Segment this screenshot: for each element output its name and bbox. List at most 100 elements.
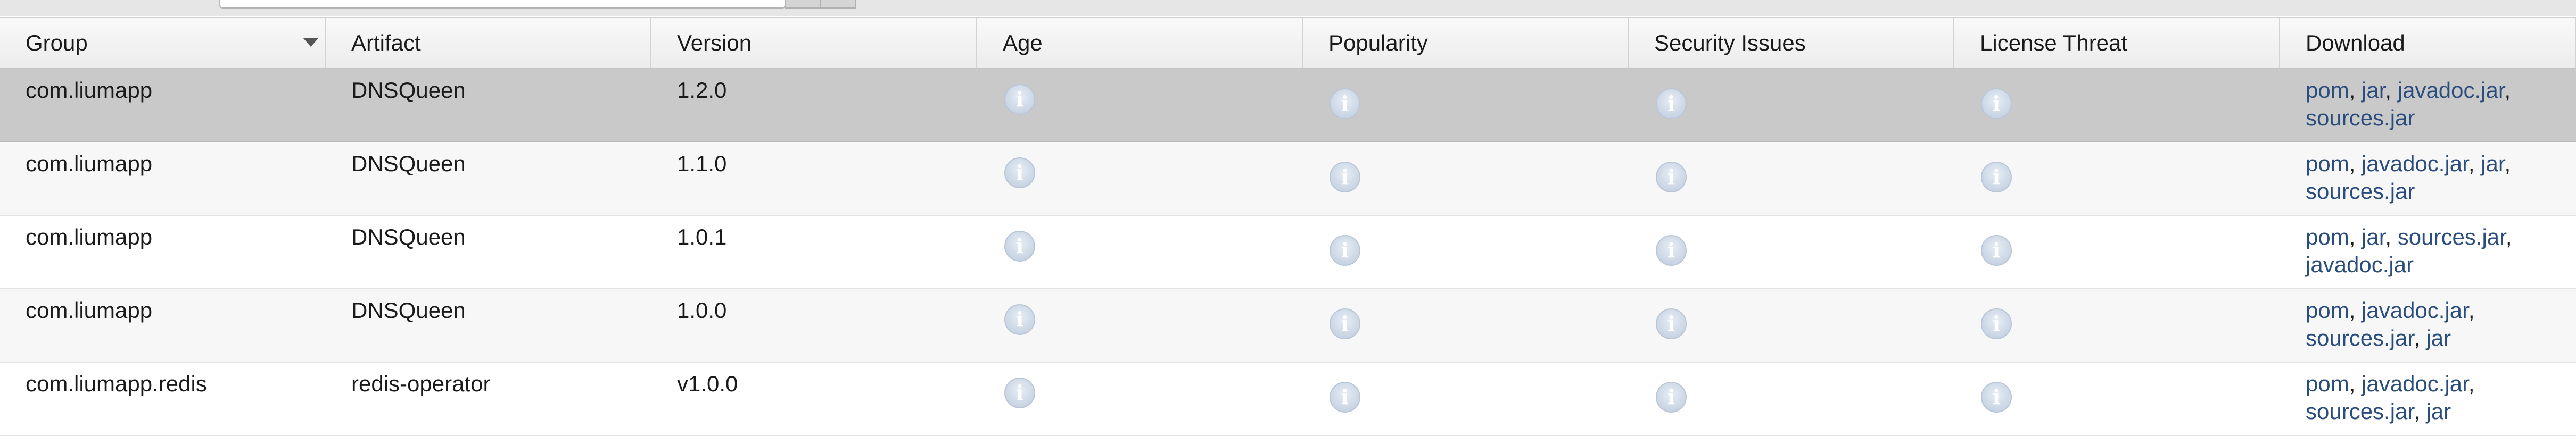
table-row[interactable]: com.liumapp DNSQueen 1.1.0 i i i i pom, javadoc… [0, 142, 2576, 216]
version-cell: 1.1.0 [677, 151, 727, 176]
popularity-info-icon[interactable]: i [1330, 88, 1360, 119]
artifact-table: Group Artifact Version Age Popularity Securit… [0, 17, 2576, 436]
column-header-label: Artifact [351, 30, 421, 55]
download-link-sources-jar[interactable]: sources.jar [2306, 179, 2415, 204]
separator: , [2414, 399, 2426, 424]
artifact-cell: DNSQueen [351, 224, 466, 249]
popularity-info-icon[interactable]: i [1330, 235, 1360, 266]
version-cell: 1.2.0 [677, 78, 727, 103]
age-info-icon[interactable]: i [1004, 378, 1035, 408]
column-header-label: Group [26, 30, 88, 55]
separator: , [2504, 151, 2511, 176]
sort-down-icon[interactable] [303, 38, 318, 47]
column-header-version[interactable]: Version [651, 18, 977, 68]
group-cell: com.liumapp.redis [26, 371, 207, 396]
table-row[interactable]: com.liumapp DNSQueen 1.0.0 i i i i pom, javadoc… [0, 289, 2576, 363]
download-links: pom, jar, javadoc.jar, sources.jar [2306, 77, 2561, 132]
download-link-jar[interactable]: jar [2426, 325, 2451, 350]
security-issues-info-icon[interactable]: i [1656, 382, 1687, 413]
security-issues-info-icon[interactable]: i [1656, 308, 1687, 339]
column-header-popularity[interactable]: Popularity [1303, 18, 1629, 68]
security-issues-info-icon[interactable]: i [1656, 162, 1687, 192]
search-input[interactable] [219, 0, 786, 9]
download-link-javadoc-jar[interactable]: javadoc.jar [2362, 371, 2468, 396]
security-issues-info-icon[interactable]: i [1656, 88, 1687, 119]
download-link-pom[interactable]: pom [2306, 151, 2349, 176]
age-info-icon[interactable]: i [1004, 84, 1035, 115]
artifact-cell: DNSQueen [351, 78, 466, 103]
group-cell: com.liumapp [26, 224, 153, 249]
version-cell: 1.0.0 [677, 298, 727, 323]
separator: , [2349, 224, 2362, 249]
separator: , [2505, 224, 2512, 249]
search-button[interactable] [785, 0, 821, 9]
age-info-icon[interactable]: i [1004, 231, 1035, 262]
download-link-jar[interactable]: jar [2362, 78, 2385, 103]
table-row[interactable]: com.liumapp DNSQueen 1.0.1 i i i i pom, jar, so… [0, 216, 2576, 289]
separator: , [2385, 78, 2398, 103]
column-header-license-threat[interactable]: License Threat [1954, 18, 2280, 68]
separator: , [2349, 151, 2362, 176]
download-link-jar[interactable]: jar [2481, 151, 2504, 176]
download-link-sources-jar[interactable]: sources.jar [2306, 325, 2414, 350]
security-issues-info-icon[interactable]: i [1656, 235, 1687, 266]
column-header-label: Download [2306, 30, 2405, 55]
table-row[interactable]: com.liumapp DNSQueen 1.2.0 i i i i pom, jar, ja… [0, 69, 2576, 142]
license-threat-info-icon[interactable]: i [1981, 235, 2012, 266]
column-header-security-issues[interactable]: Security Issues [1629, 18, 1954, 68]
column-header-label: Security Issues [1654, 30, 1806, 55]
table-header: Group Artifact Version Age Popularity Securit… [0, 17, 2576, 69]
separator: , [2468, 151, 2481, 176]
group-cell: com.liumapp [26, 151, 153, 176]
column-header-download[interactable]: Download [2280, 18, 2576, 68]
version-cell: 1.0.1 [677, 224, 727, 249]
column-header-group[interactable]: Group [0, 18, 326, 68]
download-links: pom, jar, sources.jar, javadoc.jar [2306, 223, 2561, 279]
column-header-label: Version [677, 30, 752, 55]
download-link-pom[interactable]: pom [2306, 224, 2349, 249]
age-info-icon[interactable]: i [1004, 304, 1035, 335]
download-link-sources-jar[interactable]: sources.jar [2306, 399, 2414, 424]
version-cell: v1.0.0 [677, 371, 738, 396]
download-links: pom, javadoc.jar, sources.jar, jar [2306, 370, 2561, 425]
download-link-sources-jar[interactable]: sources.jar [2306, 105, 2415, 130]
download-link-javadoc-jar[interactable]: javadoc.jar [2398, 78, 2505, 103]
download-link-pom[interactable]: pom [2306, 298, 2349, 323]
download-links: pom, javadoc.jar, jar, sources.jar [2306, 150, 2561, 205]
artifact-cell: DNSQueen [351, 151, 466, 176]
group-cell: com.liumapp [26, 78, 153, 103]
group-cell: com.liumapp [26, 298, 153, 323]
separator: , [2385, 224, 2398, 249]
download-link-jar[interactable]: jar [2362, 224, 2385, 249]
download-links: pom, javadoc.jar, sources.jar, jar [2306, 297, 2561, 352]
popularity-info-icon[interactable]: i [1330, 308, 1360, 339]
artifact-cell: redis-operator [351, 371, 491, 396]
download-link-jar[interactable]: jar [2426, 399, 2451, 424]
toolbar-strip [0, 0, 2576, 16]
separator: , [2349, 298, 2362, 323]
license-threat-info-icon[interactable]: i [1981, 382, 2012, 413]
separator: , [2349, 371, 2362, 396]
column-header-artifact[interactable]: Artifact [326, 18, 651, 68]
download-link-sources-jar[interactable]: sources.jar [2398, 224, 2506, 249]
column-header-label: Popularity [1328, 30, 1428, 55]
license-threat-info-icon[interactable]: i [1981, 162, 2012, 192]
download-link-javadoc-jar[interactable]: javadoc.jar [2306, 252, 2414, 277]
separator: , [2504, 78, 2511, 103]
popularity-info-icon[interactable]: i [1330, 382, 1360, 413]
license-threat-info-icon[interactable]: i [1981, 88, 2012, 119]
license-threat-info-icon[interactable]: i [1981, 308, 2012, 339]
download-link-pom[interactable]: pom [2306, 78, 2349, 103]
table-row[interactable]: com.liumapp.redis redis-operator v1.0.0 i i i… [0, 363, 2576, 436]
search-options-button[interactable] [820, 0, 856, 9]
download-link-pom[interactable]: pom [2306, 371, 2349, 396]
column-header-age[interactable]: Age [977, 18, 1303, 68]
column-header-label: Age [1003, 30, 1043, 55]
age-info-icon[interactable]: i [1004, 157, 1035, 188]
download-link-javadoc-jar[interactable]: javadoc.jar [2362, 151, 2468, 176]
popularity-info-icon[interactable]: i [1330, 162, 1360, 192]
table-body: com.liumapp DNSQueen 1.2.0 i i i i pom, jar, ja… [0, 69, 2576, 436]
separator: , [2468, 371, 2475, 396]
separator: , [2414, 325, 2426, 350]
download-link-javadoc-jar[interactable]: javadoc.jar [2362, 298, 2468, 323]
